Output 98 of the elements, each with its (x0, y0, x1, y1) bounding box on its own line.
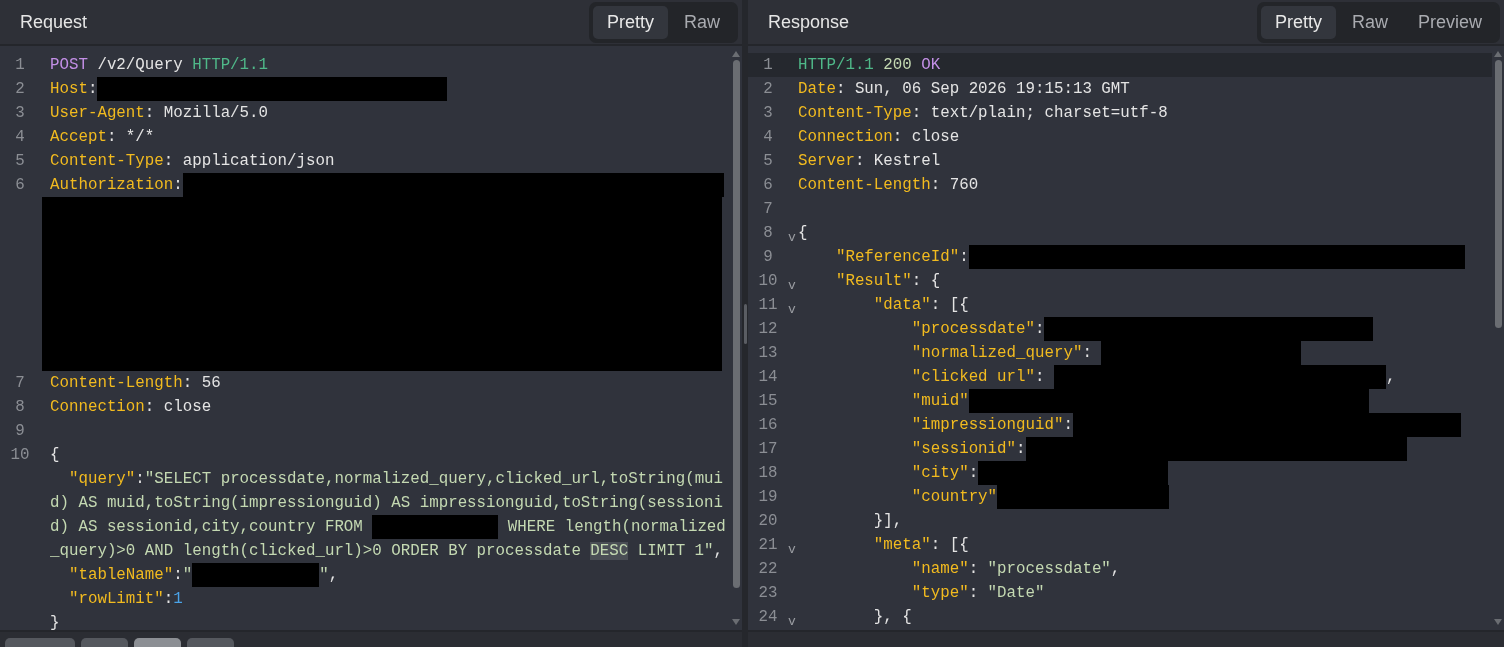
view-tab[interactable]: Preview (1403, 5, 1496, 39)
code-text: "name": "processdate", (910, 560, 1121, 578)
code-text: Content-Length: 760 (798, 176, 979, 194)
scrollbar-thumb[interactable] (1494, 60, 1502, 328)
bottom-tab[interactable] (187, 638, 234, 647)
view-tab[interactable]: Pretty (1260, 5, 1336, 39)
line-number: 7 (14, 374, 26, 392)
code-text: } (50, 614, 60, 630)
code-text: Content-Type: application/json (50, 152, 335, 170)
line-number: 5 (762, 152, 774, 170)
code-text: "Result": { (834, 272, 941, 290)
line-number: 16 (757, 416, 779, 434)
fold-toggle[interactable]: v (788, 230, 798, 245)
line-number: 6 (14, 176, 26, 194)
splitter-handle[interactable] (743, 303, 747, 344)
code-text: POST /v2/Query HTTP/1.1 (50, 56, 269, 74)
line-number: 4 (14, 128, 26, 146)
code-text: "rowLimit":1 (67, 590, 183, 608)
code-text: Connection: close (50, 398, 212, 416)
view-tab[interactable]: Pretty (592, 5, 668, 39)
code-text: "impressionguid": (910, 416, 1073, 434)
code-text: Content-Type: text/plain; charset=utf-8 (798, 104, 1168, 122)
code-text: "clicked url": (910, 368, 1046, 386)
code-text: "city": (910, 464, 979, 482)
line-number: 7 (762, 200, 774, 218)
code-text: d) AS muid,toString(impressionguid) AS impressionguid,toString(sessioni (50, 494, 724, 512)
code-text: d) AS sessionid,city,country FROM (50, 518, 364, 536)
bottom-tab[interactable] (81, 638, 128, 647)
line-number: 10 (9, 446, 31, 464)
line-number: 14 (757, 368, 779, 386)
code-text: ", (319, 566, 339, 584)
code-text: Content-Length: 56 (50, 374, 221, 392)
code-text: HTTP/1.1 200 OK (798, 56, 941, 74)
fold-toggle[interactable]: v (788, 278, 798, 293)
code-text: Connection: close (798, 128, 960, 146)
line-number: 1 (14, 56, 26, 74)
line-number: 18 (757, 464, 779, 482)
view-tab[interactable]: Raw (1337, 5, 1402, 39)
line-number: 8 (762, 224, 774, 242)
fold-toggle[interactable]: v (788, 614, 798, 629)
line-number: 22 (757, 560, 779, 578)
code-text: }, { (872, 608, 912, 626)
code-text: Date: Sun, 06 Sep 2026 19:15:13 GMT (798, 80, 1130, 98)
line-number: 3 (762, 104, 774, 122)
line-number: 20 (757, 512, 779, 530)
scroll-down-icon[interactable] (731, 618, 741, 626)
fold-toggle[interactable]: v (788, 542, 798, 557)
line-number: 1 (762, 56, 774, 74)
line-number: 8 (14, 398, 26, 416)
panel-title: Response (768, 11, 850, 33)
line-number: 9 (762, 248, 774, 266)
code-text: "meta": [{ (872, 536, 969, 554)
code-text: , (1385, 368, 1396, 386)
view-tab[interactable]: Raw (670, 5, 734, 39)
code-text: Authorization: (50, 176, 183, 194)
code-text: "country" (910, 488, 998, 506)
code-text: "sessionid": (910, 440, 1026, 458)
scroll-up-icon[interactable] (1493, 50, 1503, 58)
line-number: 2 (14, 80, 26, 98)
line-number: 13 (757, 344, 779, 362)
scroll-up-icon[interactable] (731, 50, 741, 58)
panel-title: Request (20, 11, 88, 33)
line-number: 11 (757, 296, 779, 314)
code-text: "processdate": (910, 320, 1045, 338)
line-number: 5 (14, 152, 26, 170)
line-number: 9 (14, 422, 26, 440)
line-number: 19 (757, 488, 779, 506)
scrollbar-thumb[interactable] (732, 60, 740, 588)
code-text: "type": "Date" (910, 584, 1045, 602)
line-number: 12 (757, 320, 779, 338)
bottom-tab[interactable] (134, 638, 181, 647)
line-number: 10 (757, 272, 779, 290)
code-text: _query)>0 AND length(clicked_url)>0 ORDER BY processdate DESC LIMIT 1", (50, 542, 724, 560)
code-text: "muid" (910, 392, 969, 410)
code-text: Server: Kestrel (798, 152, 941, 170)
line-number: 4 (762, 128, 774, 146)
line-number: 3 (14, 104, 26, 122)
code-text: Accept: */* (50, 128, 155, 146)
line-number: 6 (762, 176, 774, 194)
code-text: "data": [{ (872, 296, 969, 314)
line-number: 24 (757, 608, 779, 626)
code-text: User-Agent: Mozilla/5.0 (50, 104, 269, 122)
line-number: 23 (757, 584, 779, 602)
code-text: Host: (50, 80, 98, 98)
line-number: 21 (757, 536, 779, 554)
code-text: WHERE length(normalized (506, 518, 726, 536)
line-number: 15 (757, 392, 779, 410)
code-text: "query":"SELECT processdate,normalized_query,clicked_url,toString(mui (67, 470, 724, 488)
code-text: "tableName":" (67, 566, 193, 584)
code-text: { (798, 224, 808, 242)
code-text: }], (872, 512, 903, 530)
code-text: "normalized_query": (910, 344, 1093, 362)
scroll-down-icon[interactable] (1493, 618, 1503, 626)
line-number: 17 (757, 440, 779, 458)
fold-toggle[interactable]: v (788, 302, 798, 317)
code-text: { (50, 446, 60, 464)
line-number: 2 (762, 80, 774, 98)
code-text: "ReferenceId": (834, 248, 969, 266)
